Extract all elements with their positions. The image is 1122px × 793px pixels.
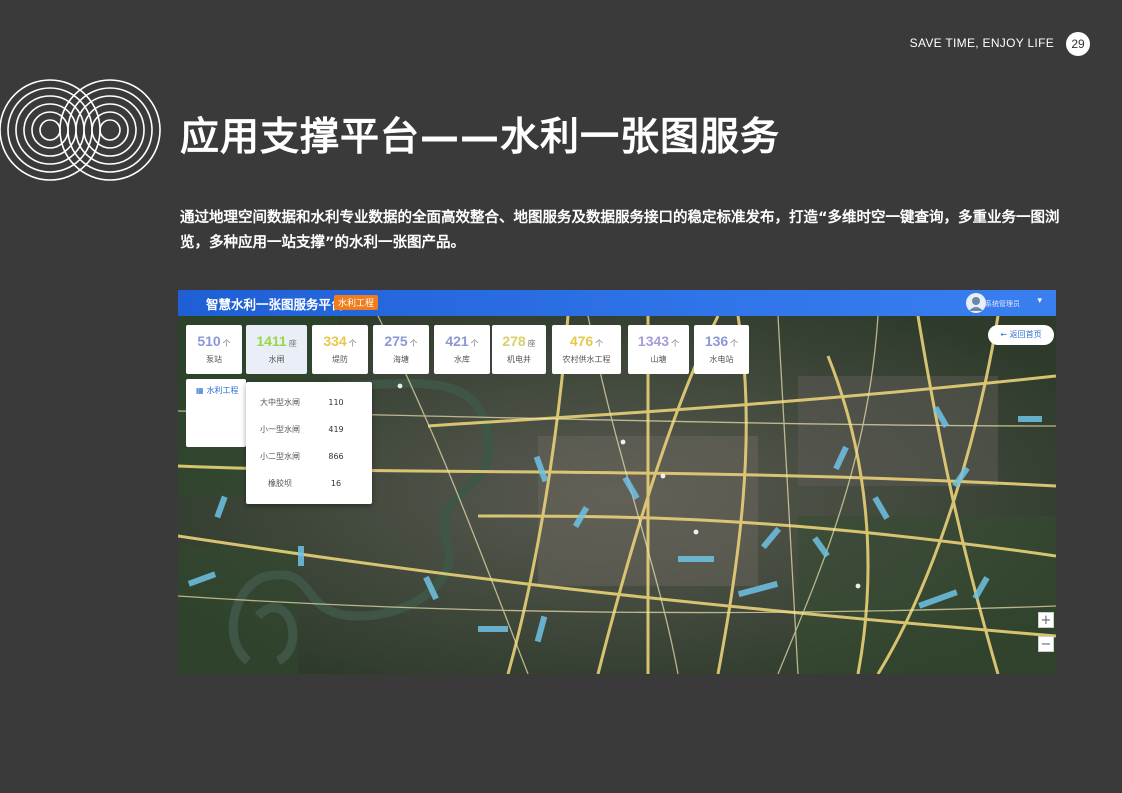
- tagline: SAVE TIME, ENJOY LIFE: [909, 36, 1054, 50]
- stat-label: 水电站: [709, 355, 734, 364]
- stat-card-reservoir[interactable]: 421 个 水库: [434, 325, 490, 374]
- stat-card-hydropower[interactable]: 136 个 水电站: [694, 325, 749, 374]
- list-item-name: 大中型水闸: [260, 398, 300, 407]
- stat-card-mountain-pond[interactable]: 1343 个 山塘: [628, 325, 689, 374]
- list-item-name: 小二型水闸: [260, 452, 300, 461]
- list-item[interactable]: 小二型水闸 866: [246, 450, 372, 464]
- module-tag[interactable]: 水利工程: [334, 295, 379, 310]
- stat-label: 海塘: [393, 355, 409, 364]
- app-screenshot: 智慧水利一张图服务平台 水利工程 系统管理员 ▾ 510 个 泵站 1411 座…: [178, 290, 1056, 674]
- user-avatar-icon[interactable]: [966, 293, 986, 313]
- list-item-name: 橡胶坝: [268, 479, 292, 488]
- chevron-down-icon[interactable]: ▾: [1037, 296, 1042, 306]
- arrow-left-icon: ←: [1000, 330, 1008, 339]
- stat-label: 水闸: [268, 355, 285, 364]
- page-title: 应用支撑平台——水利一张图服务: [180, 115, 781, 160]
- stat-unit: 个: [730, 339, 739, 348]
- app-title: 智慧水利一张图服务平台: [206, 297, 344, 312]
- page-description: 通过地理空间数据和水利专业数据的全面高效整合、地图服务及数据服务接口的稳定标准发…: [180, 210, 1060, 251]
- sluice-breakdown-popup: 大中型水闸 110 小一型水闸 419 小二型水闸 866 橡胶坝 16: [246, 382, 372, 504]
- stat-label: 机电井: [507, 355, 531, 364]
- stat-unit: 座: [527, 339, 536, 348]
- stat-value: 1411: [256, 333, 287, 349]
- stat-value: 136: [704, 333, 729, 349]
- stat-value: 1343: [637, 333, 670, 349]
- page-number: 29: [1066, 32, 1090, 56]
- stat-card-pump-station[interactable]: 510 个 泵站: [186, 325, 242, 374]
- stat-card-embankment[interactable]: 334 个 堤防: [312, 325, 368, 374]
- stat-unit: 个: [470, 339, 479, 348]
- concentric-rings-decoration: [0, 79, 161, 181]
- stat-value: 510: [197, 333, 221, 349]
- stat-value: 275: [384, 333, 408, 349]
- stat-unit: 座: [288, 339, 297, 348]
- list-item-name: 小一型水闸: [260, 425, 300, 434]
- list-item[interactable]: 橡胶坝 16: [246, 477, 372, 491]
- layer-panel-header[interactable]: ▦ 水利工程: [186, 379, 246, 396]
- stat-value: 421: [445, 333, 469, 349]
- stat-unit: 个: [595, 339, 604, 348]
- stat-card-seawall[interactable]: 275 个 海塘: [373, 325, 429, 374]
- stat-card-rural-water-supply[interactable]: 476 个 农村供水工程: [552, 325, 621, 374]
- layer-panel-title: 水利工程: [206, 386, 239, 395]
- stat-label: 泵站: [206, 355, 222, 364]
- stat-label: 农村供水工程: [562, 355, 611, 364]
- stat-unit: 个: [222, 339, 231, 348]
- stat-value: 476: [569, 333, 594, 349]
- zoom-in-button[interactable]: +: [1038, 612, 1054, 628]
- grid-icon: ▦: [196, 386, 204, 395]
- list-item[interactable]: 大中型水闸 110: [246, 396, 372, 410]
- return-home-button[interactable]: ← 返回首页: [988, 325, 1054, 345]
- stat-unit: 个: [671, 339, 680, 348]
- return-home-label: 返回首页: [1009, 330, 1042, 339]
- stat-card-electric-well[interactable]: 278 座 机电井: [492, 325, 546, 374]
- user-name[interactable]: 系统管理员: [985, 299, 1020, 309]
- list-item-value: 866: [328, 452, 344, 461]
- stat-value: 334: [323, 333, 347, 349]
- list-item-value: 110: [328, 398, 344, 407]
- layer-panel[interactable]: ▦ 水利工程: [186, 379, 246, 447]
- stat-label: 堤防: [332, 355, 348, 364]
- app-header: 智慧水利一张图服务平台 水利工程 系统管理员 ▾: [178, 290, 1056, 316]
- stat-card-sluice[interactable]: 1411 座 水闸: [246, 325, 307, 374]
- list-item-value: 16: [330, 479, 342, 488]
- stat-unit: 个: [348, 339, 357, 348]
- list-item-value: 419: [328, 425, 344, 434]
- stat-label: 山塘: [650, 355, 667, 364]
- zoom-out-button[interactable]: −: [1038, 636, 1054, 652]
- list-item[interactable]: 小一型水闸 419: [246, 423, 372, 437]
- stat-unit: 个: [409, 339, 418, 348]
- stat-value: 278: [502, 333, 526, 349]
- stat-label: 水库: [454, 355, 470, 364]
